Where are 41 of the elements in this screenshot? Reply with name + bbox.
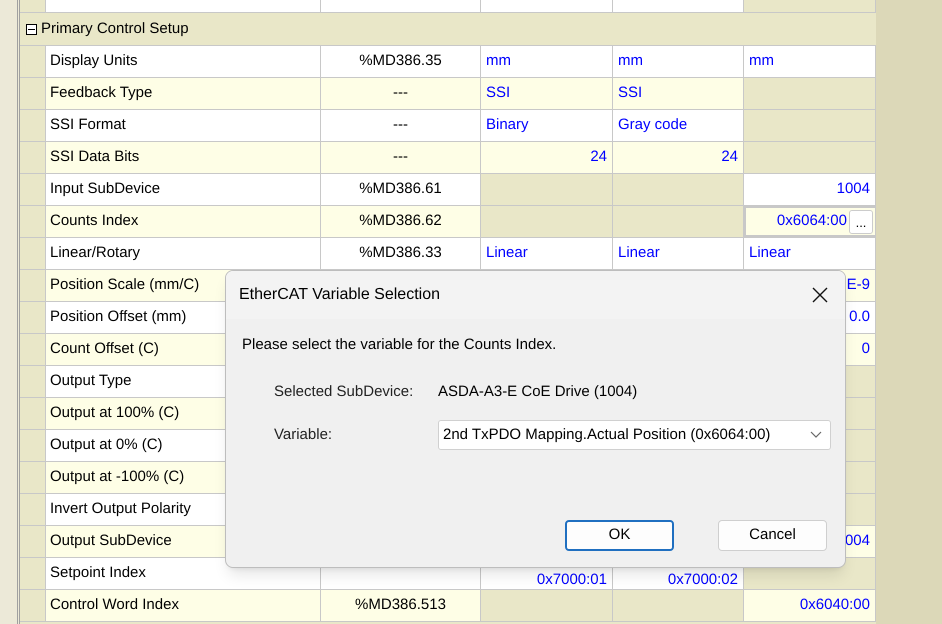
table-cell: Linear: [744, 238, 876, 269]
close-icon: [812, 287, 828, 303]
variable-dropdown[interactable]: 2nd TxPDO Mapping.Actual Position (0x6064:00): [438, 420, 831, 450]
table-cell: %MD386.61: [321, 174, 481, 205]
subdevice-value: ASDA-A3-E CoE Drive (1004): [438, 382, 638, 402]
table-cell: Counts Index: [45, 206, 321, 237]
table-cell: Input SubDevice: [45, 174, 321, 205]
table-cell[interactable]: 0x6064:00 ...: [744, 206, 876, 237]
table-cell: ---: [321, 110, 481, 141]
table-cell: mm: [613, 46, 744, 77]
table-cell: Linear: [613, 238, 744, 269]
table-cell: SSI Data Bits: [45, 142, 321, 173]
collapse-icon[interactable]: [26, 24, 37, 34]
table-cell: mm: [481, 46, 613, 77]
table-cell: Binary: [481, 110, 613, 141]
dialog-button[interactable]: Cancel: [718, 520, 827, 551]
table-cell: SSI: [481, 78, 613, 109]
table-cell: SSI: [613, 78, 744, 109]
table-cell: Linear/Rotary: [45, 238, 321, 269]
value-input[interactable]: 0x6064:00: [776, 210, 847, 233]
table-cell: 24: [481, 142, 613, 173]
dialog-button[interactable]: OK: [565, 520, 674, 551]
table-cell: ---: [321, 142, 481, 173]
table-cell: SSI Format: [45, 110, 321, 141]
table-cell: ---: [321, 78, 481, 109]
browse-button[interactable]: ...: [849, 210, 873, 234]
table-cell: %MD386.513: [321, 590, 481, 621]
table-cell: 24: [613, 142, 744, 173]
table-cell: Gray code: [613, 110, 744, 141]
table-cell: Feedback Type: [45, 78, 321, 109]
table-cell: Display Units: [45, 46, 321, 77]
chevron-down-icon: [810, 431, 822, 439]
table-cell: %MD386.62: [321, 206, 481, 237]
table-cell: %MD386.35: [321, 46, 481, 77]
table-cell: 0x6040:00: [744, 590, 876, 621]
table-cell: mm: [744, 46, 876, 77]
table-cell: 1004: [744, 174, 876, 205]
group-title: Primary Control Setup: [41, 18, 189, 39]
table-cell: Linear: [481, 238, 613, 269]
table-cell: %MD386.33: [321, 238, 481, 269]
table-cell: Control Word Index: [45, 590, 321, 621]
